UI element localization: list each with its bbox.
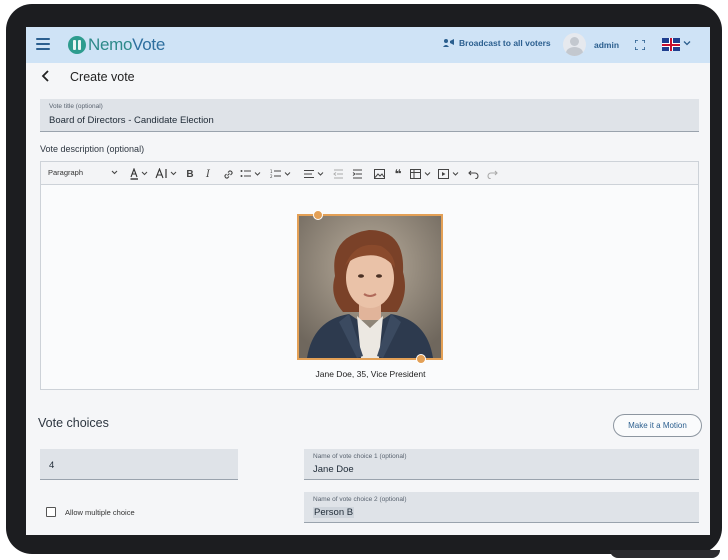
megaphone-icon xyxy=(443,39,454,47)
chevron-down-icon[interactable] xyxy=(683,39,691,47)
broadcast-label: Broadcast to all voters xyxy=(459,38,551,48)
chevron-down-icon[interactable] xyxy=(111,169,118,176)
link-icon[interactable] xyxy=(221,167,235,181)
fullscreen-icon[interactable] xyxy=(635,40,645,50)
description-editor[interactable]: Jane Doe, 35, Vice President xyxy=(40,185,699,390)
paragraph-select[interactable]: Paragraph xyxy=(48,168,83,177)
allow-multiple-label: Allow multiple choice xyxy=(65,508,135,517)
bulleted-list-icon[interactable] xyxy=(240,167,264,181)
image-caption[interactable]: Jane Doe, 35, Vice President xyxy=(41,369,700,379)
logo[interactable]: NemoVote xyxy=(68,35,165,55)
insert-image-icon[interactable] xyxy=(372,167,386,181)
broadcast-button[interactable]: Broadcast to all voters xyxy=(443,38,551,48)
avatar[interactable] xyxy=(563,33,586,56)
image-resize-handle[interactable] xyxy=(416,354,426,364)
italic-icon[interactable]: I xyxy=(202,167,214,181)
choice-count-field[interactable]: 4 xyxy=(40,449,238,480)
logo-icon xyxy=(68,36,86,54)
page-title: Create vote xyxy=(70,70,135,84)
allow-multiple-checkbox[interactable] xyxy=(46,507,56,517)
tablet-frame: NemoVote Broadcast to all voters admin C… xyxy=(6,4,722,554)
undo-icon[interactable] xyxy=(466,167,480,181)
user-name[interactable]: admin xyxy=(594,40,619,50)
choice-count-value: 4 xyxy=(49,460,55,471)
image-resize-handle[interactable] xyxy=(313,210,323,220)
tablet-base xyxy=(610,550,720,558)
font-size-icon[interactable] xyxy=(155,167,179,181)
vote-choice-2-value: Person B xyxy=(313,507,355,518)
candidate-photo[interactable] xyxy=(297,214,443,360)
svg-text:2: 2 xyxy=(270,174,273,179)
app-bar: NemoVote Broadcast to all voters admin xyxy=(26,27,710,63)
vote-choice-1-field[interactable]: Name of vote choice 1 (optional) Jane Do… xyxy=(304,449,699,480)
quote-icon[interactable]: ❝ xyxy=(391,167,405,181)
logo-text: NemoVote xyxy=(88,35,165,54)
vote-choice-2-label: Name of vote choice 2 (optional) xyxy=(313,496,407,503)
vote-title-field[interactable]: Vote title (optional) Board of Directors… xyxy=(40,99,699,132)
indent-icon[interactable] xyxy=(350,167,364,181)
menu-icon[interactable] xyxy=(36,38,50,50)
numbered-list-icon[interactable]: 12 xyxy=(270,167,294,181)
insert-media-icon[interactable] xyxy=(438,167,462,181)
editor-toolbar: Paragraph B I 12 ❝ xyxy=(40,161,699,185)
redo-icon[interactable] xyxy=(485,167,499,181)
vote-choice-2-field[interactable]: Name of vote choice 2 (optional) Person … xyxy=(304,492,699,523)
font-color-icon[interactable] xyxy=(129,167,151,181)
vote-description-label: Vote description (optional) xyxy=(40,144,145,154)
vote-title-value: Board of Directors - Candidate Election xyxy=(49,115,214,126)
make-motion-button[interactable]: Make it a Motion xyxy=(613,414,702,437)
vote-choice-1-value: Jane Doe xyxy=(313,464,354,475)
vote-choices-title: Vote choices xyxy=(38,416,109,430)
outdent-icon[interactable] xyxy=(331,167,345,181)
vote-title-label: Vote title (optional) xyxy=(49,103,103,110)
vote-choice-1-label: Name of vote choice 1 (optional) xyxy=(313,453,407,460)
uk-flag-icon[interactable] xyxy=(662,38,680,51)
insert-table-icon[interactable] xyxy=(410,167,434,181)
app-screen: NemoVote Broadcast to all voters admin C… xyxy=(26,27,710,535)
back-arrow-icon[interactable] xyxy=(40,69,52,83)
bold-icon[interactable]: B xyxy=(184,167,196,181)
align-icon[interactable] xyxy=(303,167,327,181)
